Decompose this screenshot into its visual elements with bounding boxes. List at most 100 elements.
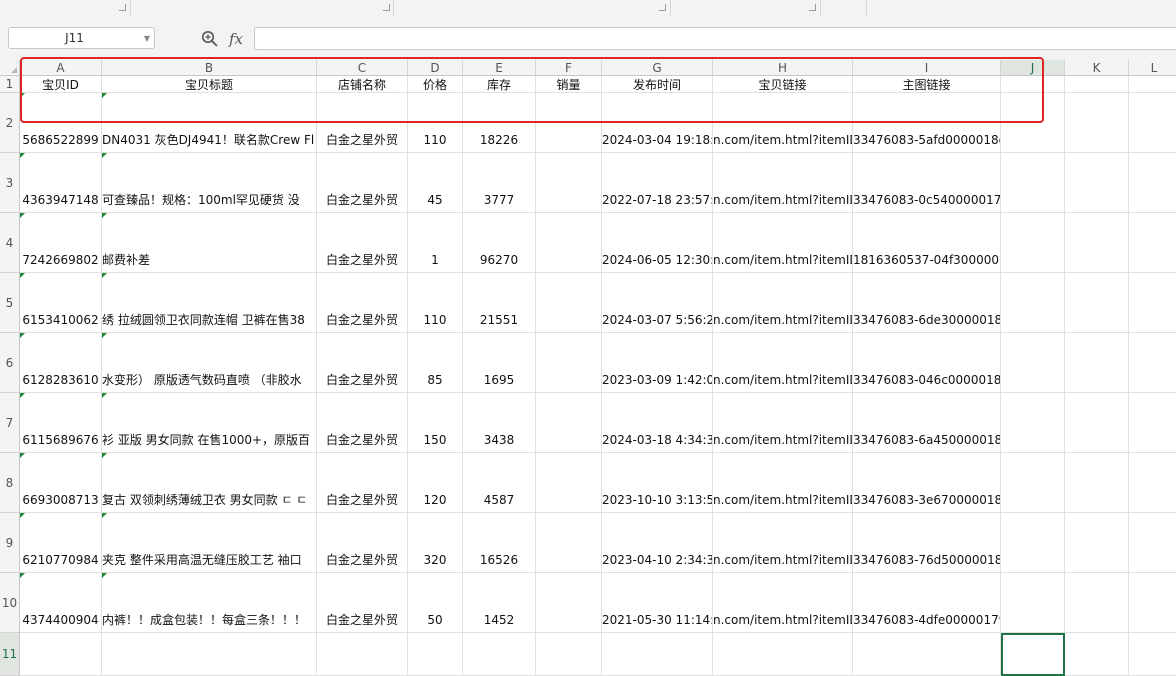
dialog-launcher-icon[interactable]: [659, 4, 666, 11]
cell-f3[interactable]: [536, 153, 602, 213]
row-header-2[interactable]: 2: [0, 93, 20, 153]
cell-b9[interactable]: 夹克 整件采用高温无缝压胶工艺 袖口: [102, 513, 317, 573]
cell-a11[interactable]: [20, 633, 102, 676]
cell-h6[interactable]: n.com/item.html?itemID: [713, 333, 853, 393]
row-header-6[interactable]: 6: [0, 333, 20, 393]
cell-j6[interactable]: [1001, 333, 1065, 393]
cell-i8[interactable]: 33476083-3e670000018b15daa1b10a2313c4_14…: [853, 453, 1001, 513]
cell-d5[interactable]: 110: [408, 273, 463, 333]
cell-f6[interactable]: [536, 333, 602, 393]
cell-d7[interactable]: 150: [408, 393, 463, 453]
cell-b6[interactable]: 水变形） 原版透气数码直喷 （非胶水: [102, 333, 317, 393]
cell-a4[interactable]: 7242669802: [20, 213, 102, 273]
cell-f11[interactable]: [536, 633, 602, 676]
cell-k10[interactable]: [1065, 573, 1129, 633]
cell-c9[interactable]: 白金之星外贸: [317, 513, 408, 573]
cell-a10[interactable]: 4374400904: [20, 573, 102, 633]
cell-c7[interactable]: 白金之星外贸: [317, 393, 408, 453]
cell-c8[interactable]: 白金之星外贸: [317, 453, 408, 513]
cell-k3[interactable]: [1065, 153, 1129, 213]
cell-j10[interactable]: [1001, 573, 1065, 633]
cell-h4[interactable]: n.com/item.html?itemID: [713, 213, 853, 273]
cell-e5[interactable]: 21551: [463, 273, 536, 333]
cell-k7[interactable]: [1065, 393, 1129, 453]
cell-k4[interactable]: [1065, 213, 1129, 273]
cell-a8[interactable]: 6693008713: [20, 453, 102, 513]
cell-j4[interactable]: [1001, 213, 1065, 273]
insert-function-button[interactable]: fx: [229, 29, 243, 49]
cell-b11[interactable]: [102, 633, 317, 676]
cell-c11[interactable]: [317, 633, 408, 676]
cell-i7[interactable]: 33476083-6a450000018e4e1e7f170a20e2c5_10…: [853, 393, 1001, 453]
row-header-4[interactable]: 4: [0, 213, 20, 273]
cell-g10[interactable]: 2021-05-30 11:14:4: [602, 573, 713, 633]
row-header-10[interactable]: 10: [0, 573, 20, 633]
cell-a9[interactable]: 6210770984: [20, 513, 102, 573]
cell-h3[interactable]: n.com/item.html?itemID: [713, 153, 853, 213]
cell-l9[interactable]: [1129, 513, 1176, 573]
cell-f9[interactable]: [536, 513, 602, 573]
cell-h10[interactable]: n.com/item.html?itemID: [713, 573, 853, 633]
cell-c6[interactable]: 白金之星外贸: [317, 333, 408, 393]
dialog-launcher-icon[interactable]: [383, 4, 390, 11]
cell-l6[interactable]: [1129, 333, 1176, 393]
row-header-1[interactable]: 1: [0, 76, 20, 93]
cell-d10[interactable]: 50: [408, 573, 463, 633]
cell-d8[interactable]: 120: [408, 453, 463, 513]
cell-e6[interactable]: 1695: [463, 333, 536, 393]
select-all-corner[interactable]: [0, 60, 20, 76]
cell-h5[interactable]: n.com/item.html?itemID: [713, 273, 853, 333]
cell-g5[interactable]: 2024-03-07 5:56:28: [602, 273, 713, 333]
cell-e11[interactable]: [463, 633, 536, 676]
cell-c3[interactable]: 白金之星外贸: [317, 153, 408, 213]
cell-j9[interactable]: [1001, 513, 1065, 573]
cell-b8[interactable]: 复古 双领刺绣薄绒卫衣 男女同款 ㄷ ㄷ: [102, 453, 317, 513]
cell-i6[interactable]: 33476083-046c00000186c250718a0a22d246_10…: [853, 333, 1001, 393]
row-header-3[interactable]: 3: [0, 153, 20, 213]
cell-j7[interactable]: [1001, 393, 1065, 453]
cell-l3[interactable]: [1129, 153, 1176, 213]
cell-e8[interactable]: 4587: [463, 453, 536, 513]
cell-e3[interactable]: 3777: [463, 153, 536, 213]
cell-e10[interactable]: 1452: [463, 573, 536, 633]
name-box[interactable]: J11 ▼: [8, 27, 155, 49]
cell-l8[interactable]: [1129, 453, 1176, 513]
chevron-down-icon[interactable]: ▼: [144, 35, 150, 43]
cell-l4[interactable]: [1129, 213, 1176, 273]
cell-d4[interactable]: 1: [408, 213, 463, 273]
row-header-9[interactable]: 9: [0, 513, 20, 573]
cell-g4[interactable]: 2024-06-05 12:30:0: [602, 213, 713, 273]
cell-g11[interactable]: [602, 633, 713, 676]
zoom-icon[interactable]: [201, 30, 219, 48]
row-header-11[interactable]: 11: [0, 633, 20, 676]
cell-h8[interactable]: n.com/item.html?itemID: [713, 453, 853, 513]
cell-g9[interactable]: 2023-04-10 2:34:37: [602, 513, 713, 573]
cell-b5[interactable]: 绣 拉绒圆领卫衣同款连帽 卫裤在售38: [102, 273, 317, 333]
cell-l5[interactable]: [1129, 273, 1176, 333]
cell-e7[interactable]: 3438: [463, 393, 536, 453]
cell-i11[interactable]: [853, 633, 1001, 676]
row-header-7[interactable]: 7: [0, 393, 20, 453]
cell-f10[interactable]: [536, 573, 602, 633]
cell-l2[interactable]: [1129, 93, 1176, 153]
cell-c5[interactable]: 白金之星外贸: [317, 273, 408, 333]
cell-k6[interactable]: [1065, 333, 1129, 393]
cell-h9[interactable]: n.com/item.html?itemID: [713, 513, 853, 573]
cell-k11[interactable]: [1065, 633, 1129, 676]
cell-k8[interactable]: [1065, 453, 1129, 513]
cell-i5[interactable]: 33476083-6de30000018e4e2591a30a20e672_10…: [853, 273, 1001, 333]
cell-c10[interactable]: 白金之星外贸: [317, 573, 408, 633]
row-header-8[interactable]: 8: [0, 453, 20, 513]
cell-g6[interactable]: 2023-03-09 1:42:09: [602, 333, 713, 393]
cell-d3[interactable]: 45: [408, 153, 463, 213]
cell-j5[interactable]: [1001, 273, 1065, 333]
cell-a6[interactable]: 6128283610: [20, 333, 102, 393]
column-header-l[interactable]: L: [1129, 60, 1176, 76]
cell-j8[interactable]: [1001, 453, 1065, 513]
cell-f8[interactable]: [536, 453, 602, 513]
cell-b4[interactable]: 邮费补差: [102, 213, 317, 273]
cell-h7[interactable]: n.com/item.html?itemID: [713, 393, 853, 453]
cell-l7[interactable]: [1129, 393, 1176, 453]
cell-k5[interactable]: [1065, 273, 1129, 333]
cell-k9[interactable]: [1065, 513, 1129, 573]
